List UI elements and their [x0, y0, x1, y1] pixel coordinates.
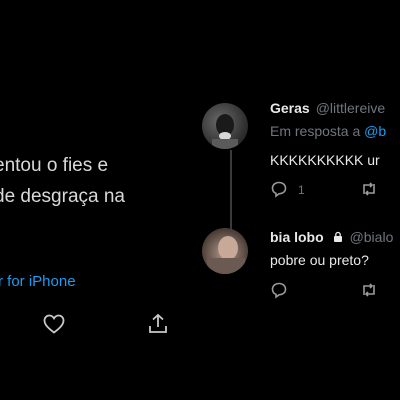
- main-tweet-line: de desgraça na: [0, 186, 125, 207]
- avatar[interactable]: [202, 228, 248, 274]
- profile-photo-icon: [207, 236, 245, 274]
- like-button[interactable]: [42, 312, 66, 336]
- tweet-source-link[interactable]: r for iPhone: [0, 273, 76, 290]
- thread-line: [230, 150, 232, 230]
- heart-icon: [43, 314, 65, 334]
- reply-button[interactable]: [270, 281, 288, 299]
- retweet-button[interactable]: [360, 281, 378, 299]
- retweet-icon: [363, 283, 375, 297]
- reply-context: Em resposta a @b: [270, 123, 386, 139]
- lock-icon: [333, 231, 342, 242]
- share-icon: [149, 313, 167, 333]
- display-name[interactable]: Geras: [270, 100, 310, 116]
- dog-photo-icon: [212, 114, 238, 149]
- main-tweet-text: entou o fies e de desgraça na: [0, 150, 125, 212]
- reply-button[interactable]: [270, 180, 288, 198]
- reply-thread-panel: Geras @littlereive Em resposta a @b KKKKK…: [200, 0, 400, 400]
- share-button[interactable]: [146, 312, 170, 336]
- reply-header: Geras @littlereive: [270, 100, 385, 116]
- reply-mention[interactable]: @b: [364, 123, 386, 139]
- reply-count: 1: [298, 183, 305, 197]
- comment-icon: [271, 181, 287, 198]
- comment-icon: [271, 282, 287, 299]
- reply-prefix: Em resposta a: [270, 123, 361, 139]
- main-tweet-line: entou o fies e: [0, 155, 109, 176]
- user-handle[interactable]: @littlereive: [316, 100, 385, 116]
- user-handle[interactable]: @bialo: [350, 229, 394, 245]
- retweet-icon: [363, 182, 375, 196]
- reply-text: KKKKKKKKKK ur: [270, 152, 380, 168]
- retweet-button[interactable]: [360, 180, 378, 198]
- display-name[interactable]: bia lobo: [270, 229, 324, 245]
- main-tweet-panel: entou o fies e de desgraça na r for iPho…: [0, 0, 200, 400]
- avatar[interactable]: [202, 103, 248, 149]
- reply-header: bia lobo @bialo: [270, 229, 393, 245]
- reply-text: pobre ou preto?: [270, 252, 369, 268]
